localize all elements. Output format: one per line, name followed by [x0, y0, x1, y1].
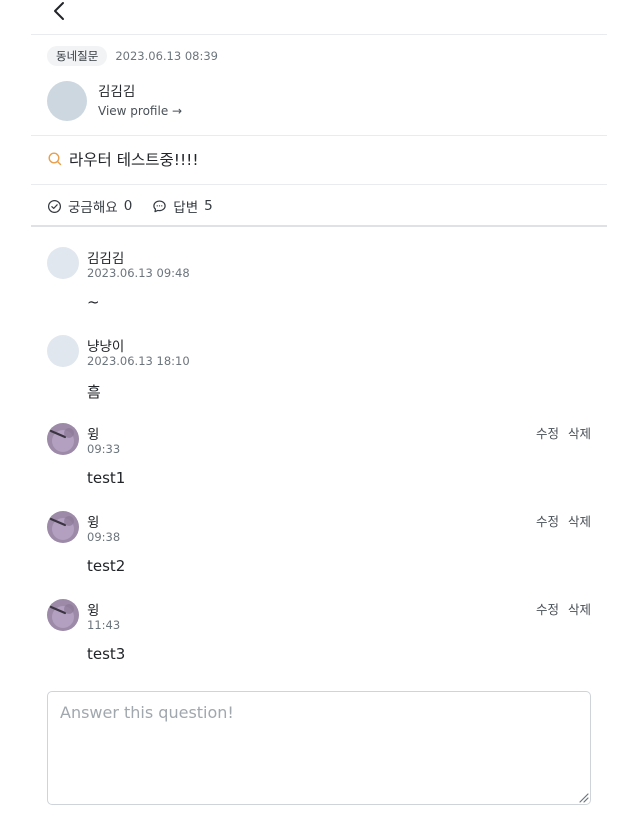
answer-item: 윙 09:38 test2 수정 삭제 [47, 511, 591, 581]
chat-bubble-icon [153, 199, 167, 212]
author-divider [31, 135, 607, 136]
answer-author[interactable]: 윙 [87, 511, 99, 531]
curious-count: 0 [123, 198, 133, 214]
question-title: 라우터 테스트중!!!! [69, 151, 199, 169]
avatar[interactable] [47, 423, 79, 455]
search-icon [48, 152, 62, 166]
answer-input[interactable] [47, 691, 591, 805]
edit-button[interactable]: 수정 [536, 511, 559, 530]
user-photo-icon [47, 599, 79, 631]
answer-body: 흠 [87, 383, 101, 401]
answer-author[interactable]: 윙 [87, 599, 99, 619]
chevron-left-icon[interactable] [48, 0, 72, 24]
title-divider [31, 184, 607, 185]
answer-time: 2023.06.13 09:48 [87, 266, 190, 280]
answer-time: 2023.06.13 18:10 [87, 354, 190, 368]
curious-label: 궁금해요 [68, 200, 118, 216]
answer-body: test3 [87, 645, 126, 663]
answers-count-button[interactable]: 답변 5 [152, 196, 213, 216]
answers-count: 5 [204, 198, 213, 214]
avatar[interactable] [47, 599, 79, 631]
answer-time: 11:43 [87, 618, 121, 632]
answer-author[interactable]: 윙 [87, 423, 99, 443]
answer-item: 윙 09:33 test1 수정 삭제 [47, 423, 591, 493]
answer-actions: 수정 삭제 [536, 599, 591, 618]
answer-actions: 수정 삭제 [536, 511, 591, 530]
stats-divider [31, 225, 607, 227]
answer-item: 냥냥이 2023.06.13 18:10 흠 [47, 335, 591, 405]
check-circle-icon [47, 199, 62, 213]
curious-button[interactable]: 궁금해요 0 [47, 196, 132, 216]
delete-button[interactable]: 삭제 [568, 511, 591, 530]
avatar[interactable] [47, 511, 79, 543]
user-photo-icon [47, 511, 79, 543]
answer-item: 김김김 2023.06.13 09:48 ~ [47, 247, 591, 317]
question-detail-page: 동네질문 2023.06.13 08:39 김김김 View profile →… [0, 0, 630, 817]
delete-button[interactable]: 삭제 [568, 599, 591, 618]
category-badge[interactable]: 동네질문 [47, 46, 108, 66]
author-avatar[interactable] [47, 81, 87, 121]
answer-actions: 수정 삭제 [536, 423, 591, 442]
edit-button[interactable]: 수정 [536, 599, 559, 618]
view-profile-link[interactable]: View profile → [98, 104, 182, 118]
answer-time: 09:33 [87, 442, 121, 456]
resize-handle-icon[interactable] [577, 791, 589, 803]
answer-body: test1 [87, 469, 126, 487]
header-divider [31, 34, 607, 35]
answers-label: 답변 [173, 200, 199, 216]
question-date: 2023.06.13 08:39 [115, 49, 218, 63]
answer-time: 09:38 [87, 530, 121, 544]
answer-body: ~ [87, 293, 100, 311]
edit-button[interactable]: 수정 [536, 423, 559, 442]
avatar[interactable] [47, 247, 79, 279]
answer-item: 윙 11:43 test3 수정 삭제 [47, 599, 591, 669]
user-photo-icon [47, 423, 79, 455]
question-title-row: 라우터 테스트중!!!! [47, 148, 199, 170]
avatar[interactable] [47, 335, 79, 367]
question-meta: 동네질문 2023.06.13 08:39 [47, 46, 218, 66]
answer-body: test2 [87, 557, 126, 575]
answer-author[interactable]: 냥냥이 [87, 335, 124, 355]
author-name[interactable]: 김김김 [98, 80, 135, 100]
answer-author[interactable]: 김김김 [87, 247, 124, 267]
delete-button[interactable]: 삭제 [568, 423, 591, 442]
question-stats: 궁금해요 0 답변 5 [47, 196, 213, 216]
